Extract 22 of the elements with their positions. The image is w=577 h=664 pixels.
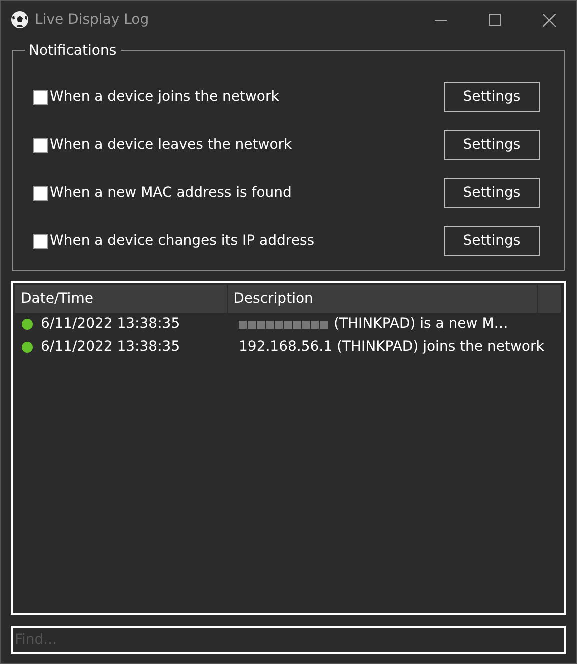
checkbox-label[interactable]: When a device leaves the network xyxy=(50,134,292,156)
close-icon xyxy=(542,14,556,26)
settings-button[interactable]: Settings xyxy=(444,130,540,160)
settings-button[interactable]: Settings xyxy=(444,178,540,208)
window-title: Live Display Log xyxy=(35,10,150,30)
checkbox[interactable] xyxy=(33,138,48,152)
checkbox[interactable] xyxy=(33,234,48,248)
checkbox-label[interactable]: When a device changes its IP address xyxy=(50,230,315,252)
checkbox-label[interactable]: When a new MAC address is found xyxy=(50,182,292,204)
soccer-ball-icon xyxy=(11,11,29,29)
checkbox[interactable] xyxy=(33,90,48,104)
settings-button[interactable]: Settings xyxy=(444,82,540,112)
table-cell-text: (THINKPAD) is a new M… xyxy=(334,315,508,334)
table-cell-text: 192.168.56.1 (THINKPAD) joins the network xyxy=(239,338,544,357)
column-header[interactable]: Description xyxy=(228,285,538,313)
column-header[interactable]: Date/Time xyxy=(15,285,228,313)
table-cell-text: 6/11/2022 13:38:35 xyxy=(41,338,180,357)
checkbox-label[interactable]: When a device joins the network xyxy=(50,86,280,108)
settings-button[interactable]: Settings xyxy=(444,226,540,256)
table-cell-text: 6/11/2022 13:38:35 xyxy=(41,315,180,334)
maximize-icon xyxy=(489,14,501,26)
checkbox[interactable] xyxy=(33,186,48,200)
